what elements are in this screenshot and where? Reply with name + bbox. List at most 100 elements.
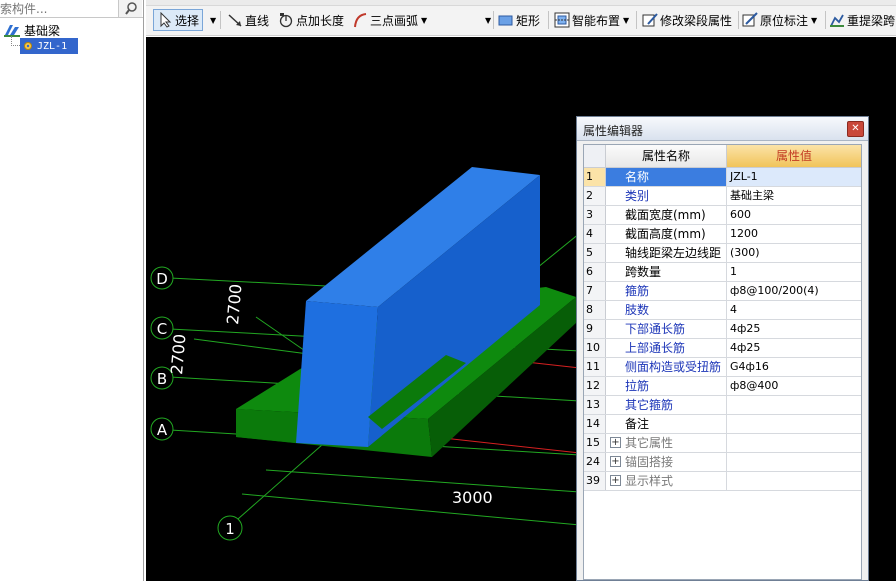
- dimension-line: [265, 469, 581, 493]
- three-point-arc-button[interactable]: 三点画弧 ▼: [352, 9, 427, 31]
- property-row[interactable]: 2 类别 基础主梁: [584, 187, 861, 206]
- property-row[interactable]: 7 箍筋 ф8@100/200(4): [584, 282, 861, 301]
- property-row[interactable]: 4 截面高度(mm) 1200: [584, 225, 861, 244]
- property-value[interactable]: (300): [727, 244, 861, 262]
- property-value[interactable]: 600: [727, 206, 861, 224]
- property-name-text: 截面高度(mm): [625, 227, 706, 241]
- property-value[interactable]: [727, 472, 861, 490]
- row-number: 39: [584, 472, 606, 490]
- property-row[interactable]: 15 + 其它属性: [584, 434, 861, 453]
- footing-front-overlap: [236, 409, 296, 443]
- property-name: 肢数: [606, 301, 727, 319]
- select-dropdown-arrow[interactable]: ▼: [207, 9, 216, 31]
- toolbar-separator: [825, 11, 826, 29]
- toolbar-separator: [493, 11, 494, 29]
- annotation-icon: [742, 12, 758, 28]
- row-number: 15: [584, 434, 606, 452]
- in-place-annotation-button[interactable]: 原位标注 ▼: [742, 9, 817, 31]
- property-row[interactable]: 14 备注: [584, 415, 861, 434]
- select-tool-button[interactable]: 选择: [153, 9, 204, 31]
- rectangle-tool-button[interactable]: 矩形: [498, 9, 540, 31]
- edit-properties-icon: [642, 12, 658, 28]
- property-row[interactable]: 10 上部通长筋 4ф25: [584, 339, 861, 358]
- expand-icon[interactable]: +: [610, 475, 621, 486]
- beam-category-icon: [4, 25, 20, 37]
- row-number: 14: [584, 415, 606, 433]
- axis-label-a: A: [157, 421, 168, 439]
- property-row[interactable]: 9 下部通长筋 4ф25: [584, 320, 861, 339]
- row-number: 3: [584, 206, 606, 224]
- property-name: 上部通长筋: [606, 339, 727, 357]
- property-value[interactable]: 4ф25: [727, 339, 861, 357]
- row-number: 12: [584, 377, 606, 395]
- red-axis-line: [525, 361, 581, 369]
- line-tool-button[interactable]: 直线: [227, 9, 269, 31]
- property-name: 截面宽度(mm): [606, 206, 727, 224]
- property-value[interactable]: 基础主梁: [727, 187, 861, 205]
- property-value[interactable]: 4ф25: [727, 320, 861, 338]
- arc-icon: [352, 12, 368, 28]
- component-tree-panel: 基础梁 JZL-1: [0, 0, 144, 581]
- property-row[interactable]: 39 + 显示样式: [584, 472, 861, 491]
- chevron-down-icon: ▼: [421, 15, 428, 25]
- property-row[interactable]: 11 侧面构造或受扭筋 G4ф16: [584, 358, 861, 377]
- property-value[interactable]: 1: [727, 263, 861, 281]
- reextract-span-label: 重提梁跨: [847, 13, 896, 28]
- search-input[interactable]: [0, 0, 118, 17]
- tree-node-label: JZL-1: [37, 40, 68, 52]
- property-value[interactable]: [727, 434, 861, 452]
- property-value[interactable]: [727, 453, 861, 471]
- axis-label-b: B: [157, 370, 167, 388]
- property-name: 侧面构造或受扭筋: [606, 358, 727, 376]
- axis-label-c: C: [157, 320, 167, 338]
- property-row[interactable]: 3 截面宽度(mm) 600: [584, 206, 861, 225]
- property-value[interactable]: G4ф16: [727, 358, 861, 376]
- row-number: 7: [584, 282, 606, 300]
- rectangle-icon: [498, 12, 514, 28]
- tree-node-jzl-1[interactable]: JZL-1: [20, 38, 78, 54]
- property-value[interactable]: ф8@400: [727, 377, 861, 395]
- property-name-text: 箍筋: [625, 284, 650, 298]
- property-row[interactable]: 8 肢数 4: [584, 301, 861, 320]
- property-name: 箍筋: [606, 282, 727, 300]
- axis-label-1: 1: [225, 520, 235, 538]
- property-name-text: 肢数: [625, 303, 650, 317]
- property-value[interactable]: 4: [727, 301, 861, 319]
- property-value[interactable]: ф8@100/200(4): [727, 282, 861, 300]
- property-row[interactable]: 6 跨数量 1: [584, 263, 861, 282]
- point-length-button[interactable]: 点加长度: [278, 9, 344, 31]
- property-name-text: 名称: [625, 170, 650, 184]
- property-editor-dialog: 属性编辑器 ✕ 属性名称 属性值 1 名称 JZL-1 2 类别 基础主梁 3 截面宽度(mm…: [576, 116, 869, 581]
- property-name-text: 其它箍筋: [625, 398, 674, 412]
- search-button[interactable]: [118, 0, 142, 17]
- in-place-annotation-label: 原位标注: [760, 13, 809, 28]
- expand-icon[interactable]: +: [610, 437, 621, 448]
- modify-span-properties-button[interactable]: 修改梁段属性: [642, 9, 732, 31]
- property-value[interactable]: 1200: [727, 225, 861, 243]
- chevron-down-icon: ▼: [485, 15, 492, 25]
- property-name: + 显示样式: [606, 472, 727, 490]
- property-row[interactable]: 1 名称 JZL-1: [584, 168, 861, 187]
- property-name: 拉筋: [606, 377, 727, 395]
- property-row[interactable]: 12 拉筋 ф8@400: [584, 377, 861, 396]
- property-name-text: 备注: [625, 417, 650, 431]
- property-value[interactable]: [727, 415, 861, 433]
- dialog-titlebar[interactable]: 属性编辑器 ✕: [577, 117, 868, 141]
- property-table-header: 属性名称 属性值: [584, 145, 861, 168]
- property-row[interactable]: 13 其它箍筋: [584, 396, 861, 415]
- property-row[interactable]: 5 轴线距梁左边线距 (300): [584, 244, 861, 263]
- point-length-icon: [278, 12, 294, 28]
- property-value[interactable]: [727, 396, 861, 414]
- property-name-text: 侧面构造或受扭筋: [625, 360, 722, 374]
- expand-icon[interactable]: +: [610, 456, 621, 467]
- toolbar-separator: [220, 11, 221, 29]
- three-point-arc-label: 三点画弧: [370, 13, 419, 28]
- close-button[interactable]: ✕: [847, 121, 864, 137]
- reextract-span-button[interactable]: 重提梁跨: [829, 9, 895, 31]
- property-row[interactable]: 24 + 锚固搭接: [584, 453, 861, 472]
- property-value[interactable]: JZL-1: [727, 168, 861, 186]
- smart-layout-button[interactable]: 智能布置 ▼: [554, 9, 629, 31]
- property-name-text: 锚固搭接: [625, 455, 674, 469]
- shape-dropdown-arrow[interactable]: ▼: [482, 9, 491, 31]
- property-name: 类别: [606, 187, 727, 205]
